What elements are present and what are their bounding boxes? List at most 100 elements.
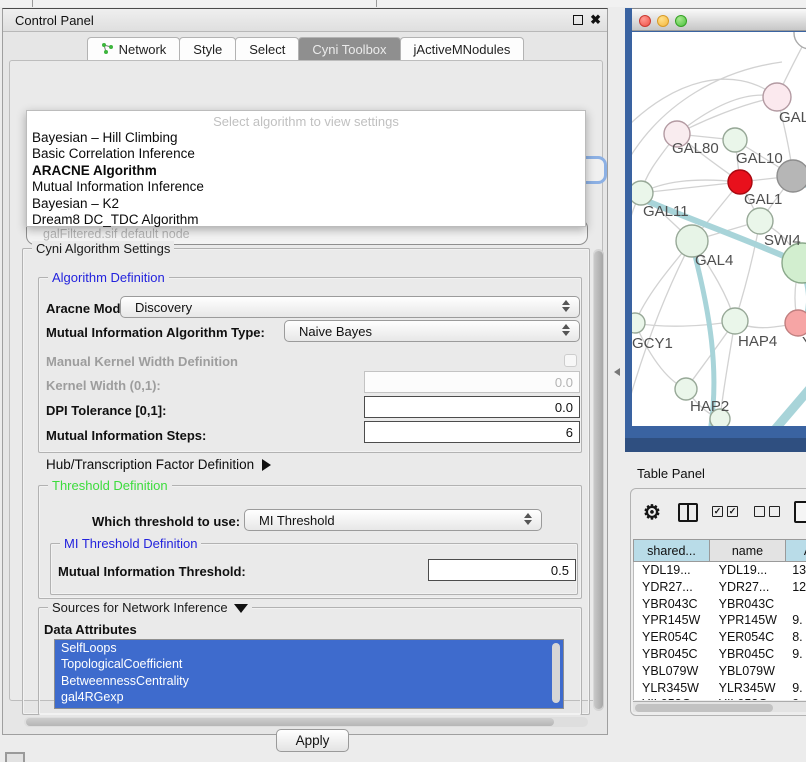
network-node[interactable] xyxy=(782,243,806,283)
network-view-window: GALGAL80GAL10GAL1GAL11SWI4GAL4GCY1HAP4YH… xyxy=(625,8,806,452)
dropdown-item[interactable]: Dream8 DC_TDC Algorithm xyxy=(27,212,585,228)
select-columns-icon-2[interactable]: ✓ xyxy=(727,506,738,517)
control-panel-body: galFiltered.sif default node Select algo… xyxy=(9,60,603,701)
apply-button[interactable]: Apply xyxy=(276,729,349,752)
dropdown-item[interactable]: Mutual Information Inference xyxy=(27,179,585,195)
algorithm-dropdown: Select algorithm to view settings Bayesi… xyxy=(26,110,586,227)
network-window-titlebar[interactable] xyxy=(632,8,806,31)
network-node-hap4[interactable] xyxy=(722,308,748,334)
dropdown-placeholder: Select algorithm to view settings xyxy=(27,111,585,130)
dropdown-item[interactable]: Bayesian – Hill Climbing xyxy=(27,130,585,146)
algorithm-definition-title: Algorithm Definition xyxy=(48,270,169,285)
table-row[interactable]: YIL052CYIL052C9 xyxy=(634,696,806,700)
minimized-panel-icon[interactable] xyxy=(5,752,25,762)
zoom-traffic-light-icon[interactable] xyxy=(675,15,687,27)
tab-label: Style xyxy=(193,42,222,57)
mi-threshold-input[interactable] xyxy=(428,559,576,581)
tab-jactivemnodules[interactable]: jActiveMNodules xyxy=(400,37,525,61)
table-row[interactable]: YBR043CYBR043C xyxy=(634,596,806,613)
mi-steps-input[interactable] xyxy=(364,421,580,443)
gear-icon[interactable]: ⚙ xyxy=(643,500,661,525)
network-node-gal10[interactable] xyxy=(723,128,747,152)
expander-expanded-icon xyxy=(234,604,248,613)
table-cell: 12 xyxy=(787,579,806,596)
table-cell: YBR045C xyxy=(711,646,788,663)
network-node-gal[interactable] xyxy=(763,83,791,111)
attribute-list-item[interactable]: BetweennessCentrality xyxy=(55,673,563,689)
tab-select[interactable]: Select xyxy=(235,37,299,61)
list-scrollbar-thumb[interactable] xyxy=(552,643,560,703)
table-cell: YER054C xyxy=(711,629,788,646)
sources-group-title[interactable]: Sources for Network Inference xyxy=(48,600,252,615)
network-node-y[interactable] xyxy=(785,310,806,336)
column-header[interactable]: name xyxy=(709,539,786,562)
network-graph: GALGAL80GAL10GAL1GAL11SWI4GAL4GCY1HAP4YH… xyxy=(632,32,806,426)
attribute-list-item[interactable]: gal4RGexp xyxy=(55,689,563,705)
network-node[interactable] xyxy=(794,32,806,49)
table-cell: 9. xyxy=(787,680,806,697)
table-cell: YIL052C xyxy=(711,696,788,700)
close-icon[interactable]: ✖ xyxy=(590,12,601,28)
float-window-icon[interactable] xyxy=(573,15,583,25)
settings-horizontal-scrollbar[interactable] xyxy=(24,717,588,727)
mi-type-value: Naive Bayes xyxy=(285,324,372,339)
manual-kernel-label: Manual Kernel Width Definition xyxy=(46,354,238,369)
table-row[interactable]: YBR045CYBR045C9. xyxy=(634,646,806,663)
splitter-handle-icon[interactable] xyxy=(614,368,620,376)
table-cell: YPR145W xyxy=(711,612,788,629)
control-panel-titlebar[interactable]: Control Panel ✖ xyxy=(3,9,607,32)
toolbar-separator xyxy=(376,0,377,7)
network-node-hap2[interactable] xyxy=(675,378,697,400)
table-body[interactable]: YDL19...YDL19...13YDR27...YDR27...12YBR0… xyxy=(633,562,806,700)
table-row[interactable]: YBL079WYBL079W xyxy=(634,663,806,680)
close-traffic-light-icon[interactable] xyxy=(639,15,651,27)
table-cell: YBR045C xyxy=(634,646,711,663)
table-row[interactable]: YPR145WYPR145W9. xyxy=(634,612,806,629)
manual-kernel-checkbox[interactable] xyxy=(564,354,577,367)
column-header[interactable]: A xyxy=(785,539,806,562)
tab-network[interactable]: Network xyxy=(87,37,181,61)
node-label: GAL80 xyxy=(672,140,719,157)
kernel-width-input[interactable] xyxy=(364,371,580,393)
column-header[interactable]: shared... xyxy=(633,539,710,562)
aracne-mode-combobox[interactable]: Discovery xyxy=(120,296,580,318)
settings-vertical-scrollbar[interactable] xyxy=(593,249,604,711)
which-threshold-value: MI Threshold xyxy=(245,513,335,528)
split-columns-icon[interactable] xyxy=(678,503,698,522)
hub-definition-expander[interactable]: Hub/Transcription Factor Definition xyxy=(46,457,271,472)
network-node-gal11[interactable] xyxy=(632,181,653,205)
attribute-list-item[interactable]: SelfLoops xyxy=(55,640,563,656)
tab-label: Select xyxy=(249,42,285,57)
table-row[interactable]: YDL19...YDL19...13 xyxy=(634,562,806,579)
scrollbar-thumb[interactable] xyxy=(26,718,554,726)
tab-style[interactable]: Style xyxy=(179,37,236,61)
network-node-swi4[interactable] xyxy=(747,208,773,234)
scrollbar-thumb[interactable] xyxy=(594,251,603,709)
table-row[interactable]: YDR27...YDR27...12 xyxy=(634,579,806,596)
select-columns-icon[interactable]: ✓ xyxy=(712,506,723,517)
network-node-gcy1[interactable] xyxy=(632,313,645,333)
network-icon xyxy=(101,42,114,58)
tab-cyni-toolbox[interactable]: Cyni Toolbox xyxy=(298,37,400,61)
scrollbar-thumb[interactable] xyxy=(635,704,773,712)
which-threshold-combobox[interactable]: MI Threshold xyxy=(244,509,542,531)
dropdown-item[interactable]: ARACNE Algorithm xyxy=(27,163,585,179)
table-row[interactable]: YER054CYER054C8. xyxy=(634,629,806,646)
network-canvas[interactable]: GALGAL80GAL10GAL1GAL11SWI4GAL4GCY1HAP4YH… xyxy=(632,32,806,426)
data-attributes-list[interactable]: SelfLoopsTopologicalCoefficientBetweenne… xyxy=(54,639,564,709)
mi-threshold-label: Mutual Information Threshold: xyxy=(58,564,246,579)
unselect-columns-icon-2[interactable] xyxy=(769,506,780,517)
table-cell: YLR345W xyxy=(634,680,711,697)
minimize-traffic-light-icon[interactable] xyxy=(657,15,669,27)
dpi-tolerance-input[interactable] xyxy=(364,396,580,418)
dropdown-item[interactable]: Basic Correlation Inference xyxy=(27,146,585,162)
new-table-icon[interactable] xyxy=(794,501,806,523)
attribute-list-item[interactable]: TopologicalCoefficient xyxy=(55,656,563,672)
node-label: GAL11 xyxy=(643,203,689,220)
unselect-columns-icon[interactable] xyxy=(754,506,765,517)
mi-type-label: Mutual Information Algorithm Type: xyxy=(46,325,265,340)
dropdown-item[interactable]: Bayesian – K2 xyxy=(27,196,585,212)
table-horizontal-scrollbar[interactable] xyxy=(633,701,806,712)
table-row[interactable]: YLR345WYLR345W9. xyxy=(634,680,806,697)
mi-type-combobox[interactable]: Naive Bayes xyxy=(284,320,580,342)
